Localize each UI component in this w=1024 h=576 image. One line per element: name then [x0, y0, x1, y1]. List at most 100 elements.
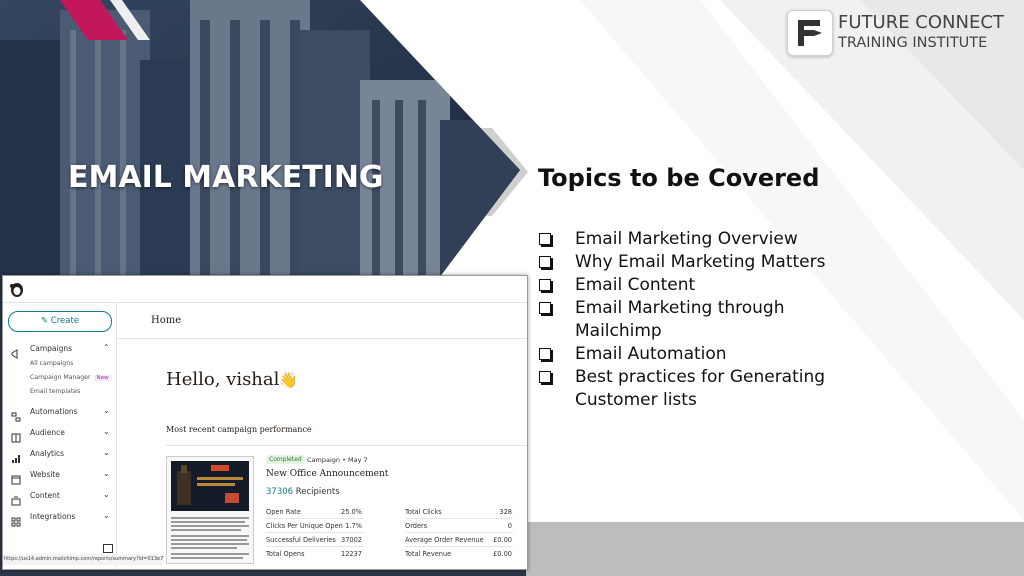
list-item: Why Email Marketing Matters: [538, 251, 868, 274]
sidebar-item-label: Integrations: [30, 512, 76, 521]
stat-label: Successful Deliveries: [266, 536, 336, 544]
sidebar-item-analytics[interactable]: Analytics ⌄: [3, 446, 116, 463]
topic-text: Why Email Marketing Matters: [575, 252, 826, 272]
topic-text: Email Marketing Overview: [575, 229, 798, 249]
checkbox-bullet-icon: [539, 233, 551, 245]
mailchimp-logo-icon[interactable]: [9, 280, 25, 298]
collapse-sidebar-icon[interactable]: [103, 544, 113, 553]
list-item: Email Marketing through Mailchimp: [538, 297, 868, 343]
sidebar-item-label: Audience: [30, 428, 65, 437]
mailchimp-sidebar: ✎ Create Campaigns ⌃ All campaigns Campa…: [3, 303, 117, 569]
sidebar-subitem-label: Campaign Manager: [30, 374, 91, 381]
page-header: Home: [117, 303, 527, 339]
mailchimp-topbar: [3, 276, 527, 303]
greeting-text: Hello, vishal: [166, 369, 280, 390]
campaign-meta: Campaign • May 7: [307, 456, 368, 464]
sidebar-item-automations[interactable]: Automations ⌄: [3, 404, 116, 422]
stat-value: 37002: [341, 536, 362, 544]
campaign-card[interactable]: Completed Campaign • May 7 New Office An…: [166, 454, 527, 569]
stat-label: Open Rate: [266, 508, 301, 516]
sidebar-item-integrations[interactable]: Integrations ⌄: [3, 509, 116, 527]
divider: [266, 532, 364, 533]
checkbox-bullet-icon: [539, 371, 551, 383]
sidebar-subitem-all-campaigns[interactable]: All campaigns: [30, 360, 73, 367]
chevron-down-icon[interactable]: ⌄: [103, 490, 110, 499]
sidebar-subitem-campaign-manager[interactable]: Campaign Manager New: [30, 374, 112, 381]
stat-value: £0.00: [493, 550, 512, 558]
topic-list: Email Marketing Overview Why Email Marke…: [538, 228, 868, 412]
chevron-down-icon[interactable]: ⌄: [103, 448, 110, 457]
stat-label: Average Order Revenue: [405, 536, 484, 544]
list-item: Email Content: [538, 274, 868, 297]
chevron-down-icon[interactable]: ⌄: [103, 511, 110, 520]
chevron-down-icon[interactable]: ⌄: [103, 406, 110, 415]
divider: [405, 546, 513, 547]
new-badge: New: [93, 375, 112, 381]
topic-text: Email Automation: [575, 344, 727, 364]
wave-icon: 👋: [279, 371, 299, 389]
stat-label: Orders: [405, 522, 428, 530]
sidebar-item-label: Content: [30, 491, 60, 500]
website-icon: [11, 470, 21, 485]
list-item: Email Marketing Overview: [538, 228, 868, 251]
mailchimp-main: Home Hello, vishal👋 Most recent campaign…: [117, 303, 527, 569]
topic-text: Email Marketing through Mailchimp: [575, 298, 785, 341]
fc-logo-icon: [787, 10, 833, 56]
checkbox-bullet-icon: [539, 348, 551, 360]
create-button[interactable]: ✎ Create: [8, 311, 112, 332]
stat-value: 25.0%: [341, 508, 362, 516]
stat-label: Total Revenue: [405, 550, 452, 558]
bottom-strip: [526, 522, 1024, 576]
stat-value: 1.7%: [345, 522, 362, 530]
sidebar-item-label: Campaigns: [30, 344, 73, 353]
stat-value: 12237: [341, 550, 362, 558]
campaign-name[interactable]: New Office Announcement: [266, 469, 388, 479]
topics-title: Topics to be Covered: [538, 164, 820, 192]
list-item: Email Automation: [538, 343, 868, 366]
topic-text: Best practices for Generating Customer l…: [575, 367, 826, 410]
status-badge: Completed: [266, 455, 305, 464]
checkbox-bullet-icon: [539, 256, 551, 268]
sidebar-subitem-email-templates[interactable]: Email templates: [30, 388, 80, 395]
slide: EMAIL MARKETING FUTURE CONNECT TRAINING …: [0, 0, 1024, 576]
content-icon: [11, 491, 21, 506]
divider: [266, 546, 364, 547]
campaign-thumbnail[interactable]: [166, 456, 254, 564]
mailchimp-screenshot: ✎ Create Campaigns ⌃ All campaigns Campa…: [2, 275, 528, 570]
chevron-up-icon[interactable]: ⌃: [103, 343, 110, 352]
analytics-icon: [11, 449, 21, 463]
integrations-icon: [11, 512, 21, 527]
list-item: Best practices for Generating Customer l…: [538, 366, 868, 412]
logo-subtitle: TRAINING INSTITUTE: [838, 35, 988, 51]
checkbox-bullet-icon: [539, 302, 551, 314]
sidebar-item-content[interactable]: Content ⌄: [3, 488, 116, 506]
audience-icon: [11, 428, 21, 443]
section-title: Most recent campaign performance: [166, 425, 312, 434]
greeting: Hello, vishal👋: [166, 369, 298, 390]
logo-name: FUTURE CONNECT: [838, 12, 1004, 33]
sidebar-item-campaigns[interactable]: Campaigns ⌃: [3, 341, 116, 359]
megaphone-icon: [11, 344, 21, 359]
create-label: Create: [50, 316, 80, 326]
sidebar-item-website[interactable]: Website ⌄: [3, 467, 116, 485]
divider: [405, 518, 513, 519]
recipients: 37306 Recipients: [266, 487, 340, 497]
divider: [266, 518, 364, 519]
page-title: Home: [151, 315, 182, 326]
sidebar-item-label: Analytics: [30, 449, 65, 458]
divider: [405, 532, 513, 533]
recipients-count: 37306: [266, 487, 294, 497]
sidebar-item-label: Website: [30, 470, 60, 479]
stat-value: 328: [499, 508, 512, 516]
checkbox-bullet-icon: [539, 279, 551, 291]
stat-value: £0.00: [493, 536, 512, 544]
chevron-down-icon[interactable]: ⌄: [103, 469, 110, 478]
sidebar-item-label: Automations: [30, 407, 78, 416]
stat-label: Total Opens: [266, 550, 305, 558]
recipients-label: Recipients: [295, 487, 340, 497]
sidebar-item-audience[interactable]: Audience ⌄: [3, 425, 116, 443]
stat-label: Total Clicks: [405, 508, 442, 516]
topic-text: Email Content: [575, 275, 696, 295]
chevron-down-icon[interactable]: ⌄: [103, 427, 110, 436]
slide-title: EMAIL MARKETING: [68, 160, 384, 195]
